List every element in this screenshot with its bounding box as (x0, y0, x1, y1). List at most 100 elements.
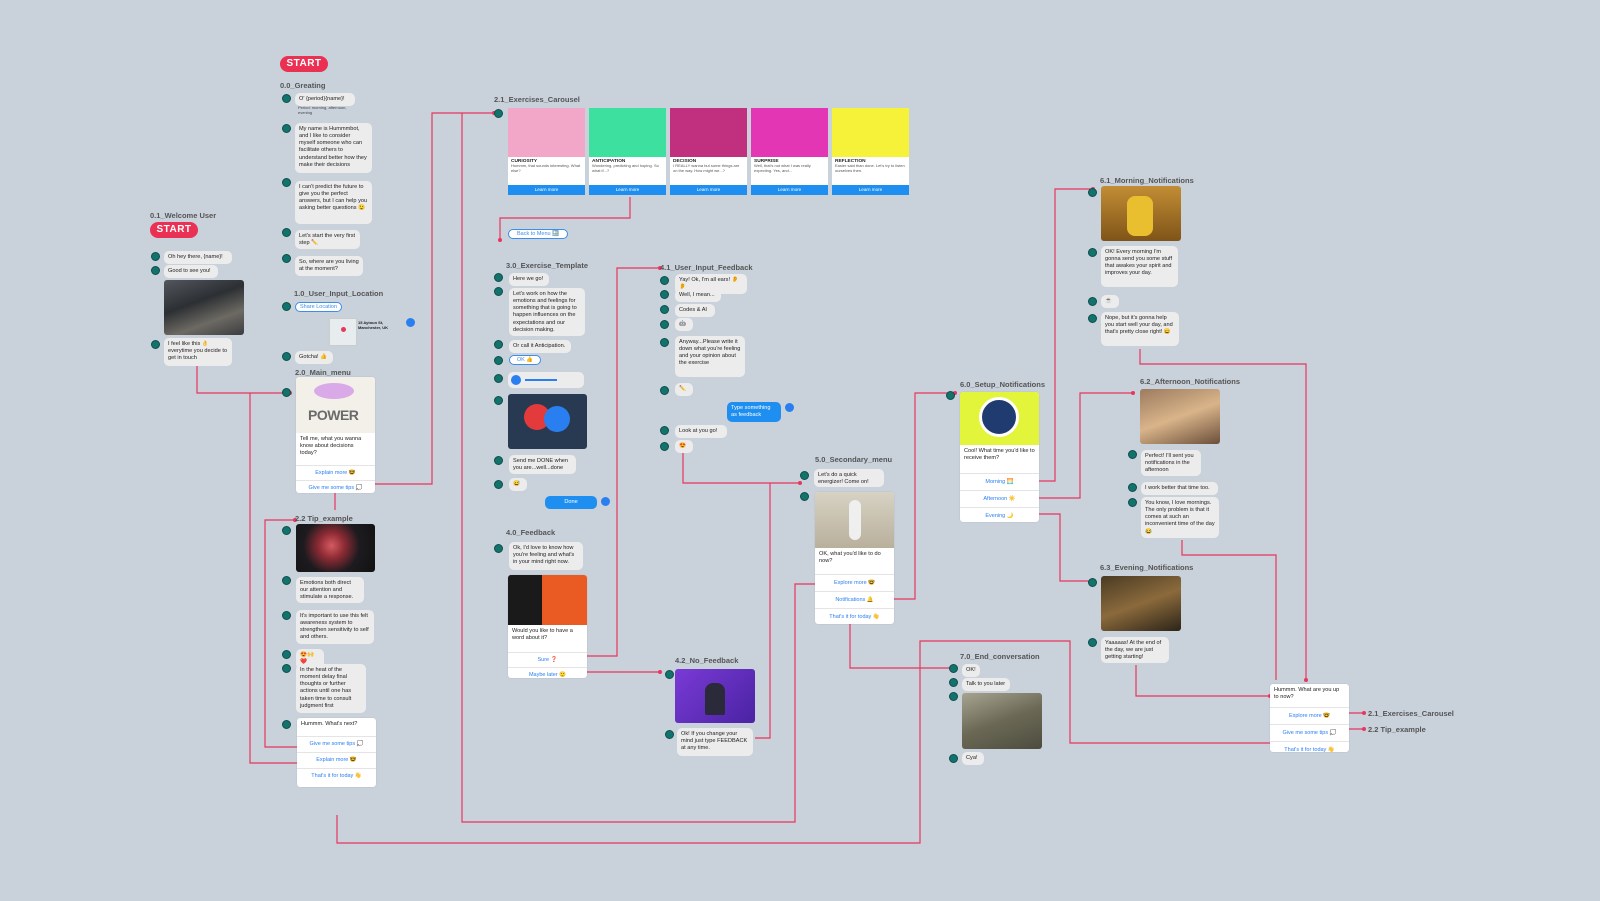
menu-message: Hummm. What are you up to now? (1274, 687, 1340, 701)
bot-avatar (665, 670, 674, 679)
thats-it-option[interactable]: That's it for today 👋 (815, 608, 894, 624)
bot-avatar (151, 340, 160, 349)
chat-bubble: Ok, I'd love to know how you're feeling … (509, 542, 583, 570)
give-tips-option[interactable]: Give me some tips 💭 (296, 480, 375, 493)
explore-more-option[interactable]: Explore more 🤓 (815, 574, 894, 591)
chat-bubble: My name is Hummmbot, and I like to consi… (295, 123, 372, 173)
evening-option[interactable]: Evening 🌙 (960, 507, 1039, 522)
chat-bubble: I work better that time too. (1141, 482, 1218, 496)
give-tips-option[interactable]: Give me some tips 💭 (297, 736, 376, 752)
chat-bubble: I can't predict the future to give you t… (295, 181, 372, 224)
chat-bubble: Look at you go! (675, 425, 727, 439)
share-location-button[interactable]: Share Location (295, 302, 342, 312)
chat-bubble: 😅 (509, 478, 527, 492)
bot-avatar (660, 276, 669, 285)
chat-bubble: Emotions both direct our attention and s… (296, 577, 364, 603)
explain-more-option[interactable]: Explain more 🤓 (296, 465, 375, 480)
learn-more-button[interactable]: Learn more (832, 185, 909, 195)
audio-player[interactable] (508, 372, 584, 388)
carousel-card-reflection[interactable]: REFLECTION Easier said than done. Let's t… (832, 108, 909, 195)
ok-button[interactable]: OK 👍 (509, 355, 541, 365)
give-tips-option[interactable]: Give me some tips 💭 (1270, 724, 1349, 741)
learn-more-button[interactable]: Learn more (589, 185, 666, 195)
tip-menu-card: Hummm. What's next? Give me some tips 💭 … (297, 718, 376, 787)
learn-more-button[interactable]: Learn more (508, 185, 585, 195)
chat-bubble: Oh hey there, {name}! (164, 251, 232, 265)
play-icon[interactable] (511, 375, 521, 385)
thats-it-option[interactable]: That's it for today 👋 (297, 768, 376, 784)
clock-illustration (960, 392, 1039, 445)
bot-avatar (1088, 297, 1097, 306)
chat-bubble: Let's work on how the emotions and feeli… (509, 288, 585, 336)
notifications-option[interactable]: Notifications 🔔 (815, 591, 894, 608)
bot-avatar (660, 386, 669, 395)
learn-more-button[interactable]: Learn more (751, 185, 828, 195)
bot-avatar (494, 396, 503, 405)
anticipation-illustration (508, 394, 587, 449)
bot-avatar (282, 664, 291, 673)
chat-bubble: Perfect! I'll sent you notifications in … (1141, 450, 1201, 476)
maybe-later-option[interactable]: Maybe later 🙂 (508, 667, 587, 678)
bot-avatar (949, 678, 958, 687)
bot-avatar (282, 720, 291, 729)
node-title-main-menu: 2.0_Main_menu (295, 368, 351, 377)
bot-avatar (282, 124, 291, 133)
chat-bubble: Anyway...Please write it down what you'r… (675, 336, 745, 377)
chat-bubble: Talk to you later (962, 678, 1010, 692)
thats-it-option[interactable]: That's it for today 👋 (1270, 741, 1349, 752)
explain-more-option[interactable]: Explain more 🤓 (297, 752, 376, 768)
bot-avatar (1128, 498, 1137, 507)
map-thumbnail (329, 318, 357, 346)
chat-bubble: Or call it Anticipation. (509, 340, 571, 354)
carousel-card-decision[interactable]: DECISION I REALLY wanna but some things a… (670, 108, 747, 195)
chat-bubble: Codes & AI (675, 304, 715, 318)
link-carousel-label[interactable]: 2.1_Exercises_Carousel (1368, 709, 1454, 718)
carousel-card-description: I REALLY wanna but some things are on th… (673, 164, 740, 173)
feedback-question: Would you like to have a word about it? (512, 628, 573, 642)
chat-bubble: OK! Every morning I'm gonna send you som… (1101, 246, 1178, 287)
heart-gif-image (296, 524, 375, 572)
carousel-card-image (832, 108, 909, 157)
back-to-menu-button[interactable]: Back to Menu 🔙 (508, 229, 568, 239)
menu-message: OK, what you'd like to do now? (819, 551, 881, 565)
node-title-afternoon: 6.2_Afternoon_Notifications (1140, 377, 1241, 386)
chat-bubble: In the heat of the moment delay final th… (296, 664, 366, 713)
bot-avatar (949, 754, 958, 763)
feedback-card: Would you like to have a word about it? … (508, 575, 587, 678)
bot-avatar (494, 287, 503, 296)
explore-more-option[interactable]: Explore more 🤓 (1270, 707, 1349, 724)
node-title-evening: 6.3_Evening_Notifications (1100, 563, 1194, 572)
carousel-card-curiosity[interactable]: CURIOSITY Hummm, that sounds interesting.… (508, 108, 585, 195)
bot-avatar (494, 273, 503, 282)
dancer-gif-image (815, 492, 894, 548)
carousel-card-description: Well, that's not what I was really expec… (754, 164, 811, 173)
link-tip-example-label[interactable]: 2.2 Tip_example (1368, 725, 1426, 734)
chat-bubble: So, where are you living at the moment? (295, 256, 363, 276)
bot-avatar (151, 252, 160, 261)
learn-more-button[interactable]: Learn more (670, 185, 747, 195)
bot-avatar (282, 650, 291, 659)
carousel-card-surprise[interactable]: SURPRISE Well, that's not what I was real… (751, 108, 828, 195)
bot-avatar (949, 692, 958, 701)
user-done-message: Done (545, 496, 597, 510)
sure-option[interactable]: Sure ❓ (508, 652, 587, 667)
start-badge[interactable]: START (280, 56, 328, 72)
node-title-no-feedback: 4.2_No_Feedback (675, 656, 739, 665)
goodbye-gif-image (962, 693, 1042, 749)
chat-bubble: Let's start the very first step ✏️ (295, 230, 360, 249)
clock-icon (979, 397, 1019, 437)
node-title-tip-example: 2.2 Tip_example (295, 514, 353, 523)
bot-avatar (282, 94, 291, 103)
afternoon-option[interactable]: Afternoon ☀️ (960, 490, 1039, 507)
carousel-card-image (751, 108, 828, 157)
chat-bubble: OK! (962, 664, 980, 678)
carousel-card-image (670, 108, 747, 157)
bot-avatar (946, 391, 955, 400)
carousel-card-anticipation[interactable]: ANTICIPATION Wondering, predicting and ho… (589, 108, 666, 195)
morning-option[interactable]: Morning 🌅 (960, 473, 1039, 490)
power-text: POWER (308, 407, 359, 423)
node-title-welcome: 0.1_Welcome User (150, 211, 217, 220)
user-avatar (601, 497, 610, 506)
start-badge[interactable]: START (150, 222, 198, 238)
chat-bubble: Well, I mean... (675, 289, 721, 303)
